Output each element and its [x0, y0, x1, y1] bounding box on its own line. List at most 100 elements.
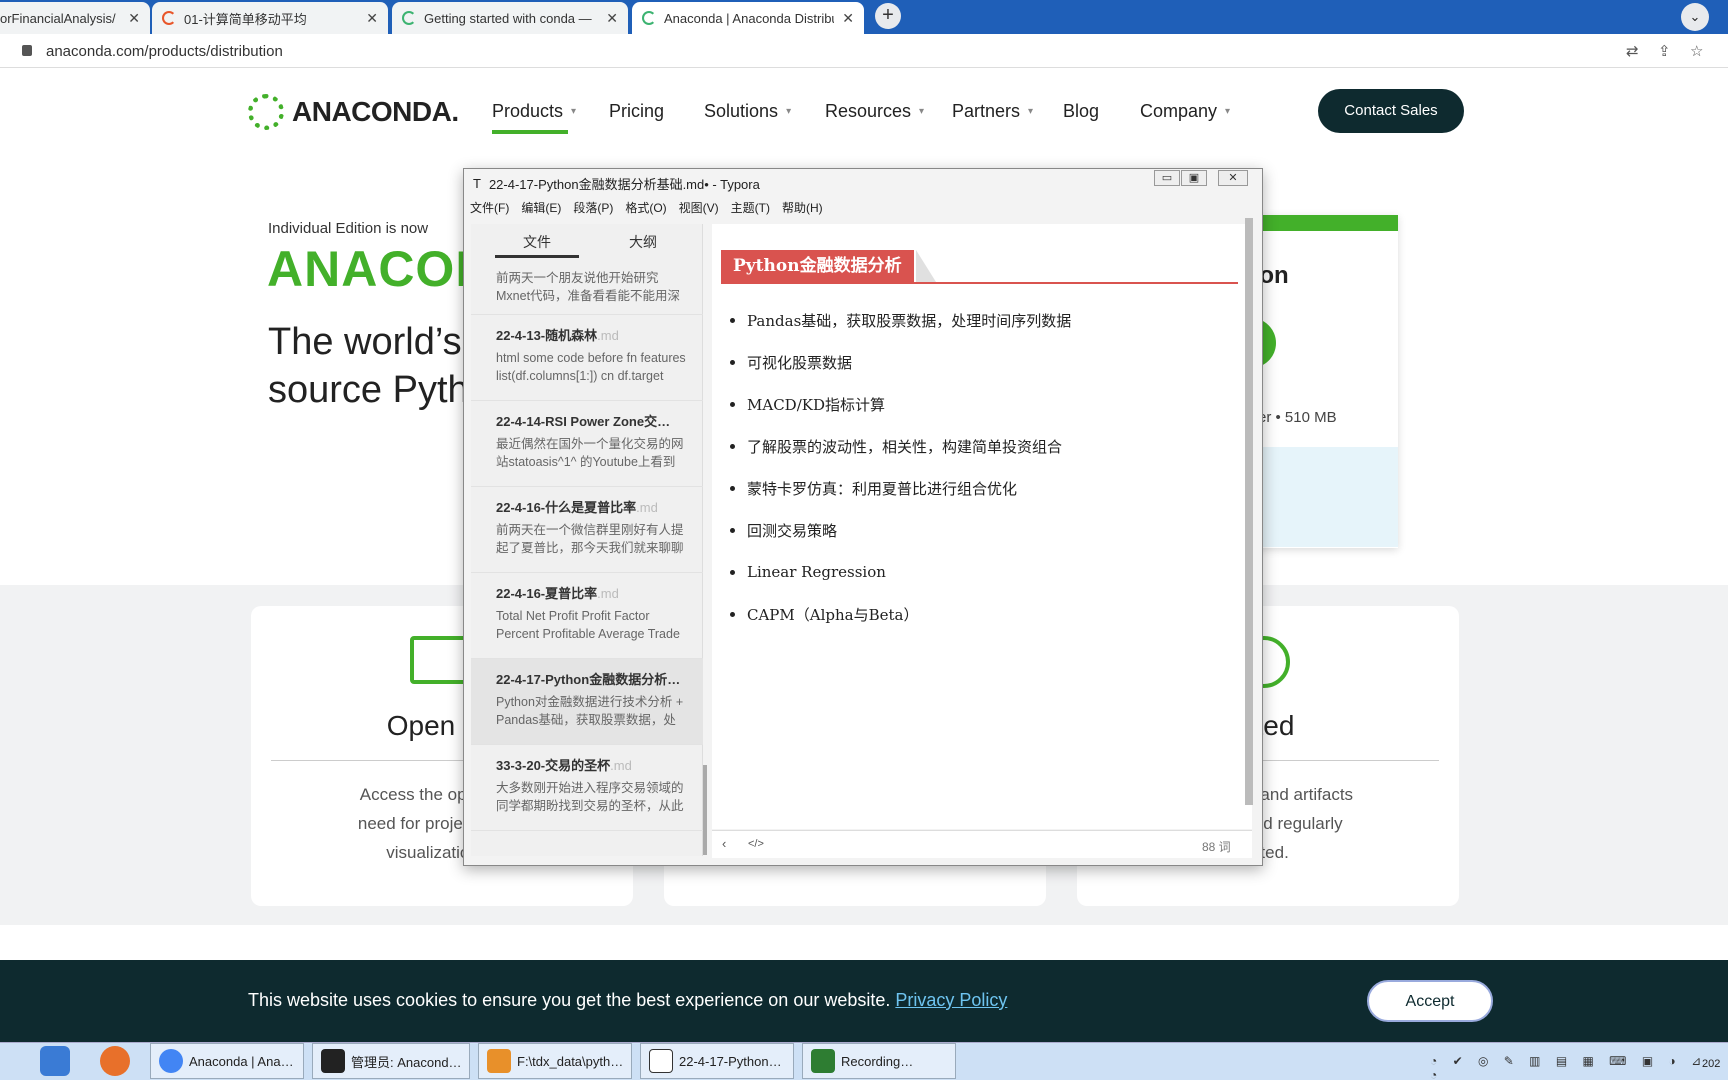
nav-solutions[interactable]: Solutions ▾: [704, 101, 791, 122]
nav-active-indicator: [492, 130, 568, 134]
file-name-text: 33-3-20-交易的圣杯: [496, 758, 611, 773]
list-item-text: CAPM（Alpha与Beta）: [747, 606, 919, 624]
file-preview: Python对金融数据进行技术分析 +: [496, 695, 684, 709]
browser-tab[interactable]: Getting started with conda — ✕: [392, 2, 628, 34]
file-ext: .md: [597, 328, 619, 343]
tab-title: Anaconda | Anaconda Distribu: [664, 10, 835, 26]
taskbar-item[interactable]: Anaconda | Ana…: [150, 1043, 304, 1079]
file-ext: .md: [610, 758, 632, 773]
window-title: 22-4-17-Python金融数据分析基础.md• - Typora: [488, 176, 760, 192]
clock[interactable]: 202: [1702, 1058, 1720, 1070]
share-icon[interactable]: ⇪: [1658, 42, 1671, 60]
file-preview: 前两天在一个微信群里刚好有人提: [496, 523, 684, 537]
file-preview: 起了夏普比，那今天我们就来聊聊: [496, 541, 684, 555]
menu-theme[interactable]: 主题(T): [731, 199, 770, 216]
sublime-icon: [487, 1049, 511, 1073]
menu-edit[interactable]: 编辑(E): [521, 199, 561, 216]
typora-titlebar[interactable]: T 22-4-17-Python金融数据分析基础.md• - Typora: [467, 172, 1259, 194]
close-icon[interactable]: ✕: [128, 10, 140, 27]
taskbar-item-active[interactable]: 22-4-17-Python…: [640, 1043, 794, 1079]
list-item-text: 可视化股票数据: [747, 354, 853, 372]
file-item[interactable]: 前两天一个朋友说他开始研究 Mxnet代码，准备看看能不能用深: [471, 262, 703, 315]
system-tray-icons[interactable]: ◔ ✔ ◎ ✎ ▥ ▤ ▦ ⌨ ▣ ◑ ⊿ ◔: [1430, 1054, 1728, 1082]
url-text[interactable]: anaconda.com/products/distribution: [46, 43, 283, 60]
sidebar-scrollbar[interactable]: [703, 765, 707, 855]
maximize-button[interactable]: ▣: [1181, 170, 1207, 186]
file-item[interactable]: 22-4-13-随机森林.md html some code before fn…: [471, 315, 703, 401]
tab-files[interactable]: 文件: [523, 232, 551, 252]
file-name: 22-4-14-RSI Power Zone交…: [496, 411, 703, 430]
file-preview: 前两天一个朋友说他开始研究: [496, 271, 659, 285]
taskbar-item[interactable]: 管理员: Anacond…: [312, 1043, 470, 1079]
hero-title: ANACON: [267, 241, 493, 297]
nav-label: Products: [492, 101, 564, 121]
sidebar-tab-indicator: [495, 255, 579, 258]
bullet-icon: [730, 612, 735, 617]
toggle-sidebar-icon[interactable]: ‹: [722, 836, 726, 851]
editor-scrollbar[interactable]: [1245, 218, 1253, 805]
heading-underline: [721, 282, 1238, 284]
file-preview: 站statoasis^1^ 的Youtube上看到: [496, 455, 676, 469]
star-icon[interactable]: ☆: [1690, 42, 1703, 60]
file-preview: 同学都期盼找到交易的圣杯，从此: [496, 799, 684, 813]
menu-view[interactable]: 视图(V): [679, 199, 719, 216]
menu-help[interactable]: 帮助(H): [782, 199, 823, 216]
bullet-icon: [730, 360, 735, 365]
tab-outline[interactable]: 大纲: [629, 232, 657, 252]
close-icon[interactable]: ✕: [366, 10, 378, 27]
privacy-policy-link[interactable]: Privacy Policy: [895, 990, 1007, 1010]
taskbar-label: 管理员: Anacond…: [351, 1054, 462, 1070]
file-preview: Total Net Profit Profit Factor: [496, 609, 650, 623]
source-mode-icon[interactable]: </>: [748, 838, 764, 850]
translate-icon[interactable]: ⇄: [1626, 42, 1639, 60]
nav-products[interactable]: Products ▾: [492, 101, 576, 122]
tab-title: Getting started with conda —: [424, 10, 592, 26]
file-item[interactable]: 33-3-20-交易的圣杯.md 大多数刚开始进入程序交易领域的 同学都期盼找到…: [471, 745, 703, 831]
chevron-down-icon: ▾: [1028, 106, 1034, 117]
close-icon[interactable]: ✕: [606, 10, 618, 27]
close-icon[interactable]: ✕: [842, 10, 854, 27]
bullet-icon: [730, 318, 735, 323]
accept-cookies-button[interactable]: Accept: [1367, 980, 1493, 1022]
app-launcher-icon[interactable]: [40, 1046, 70, 1076]
menu-format[interactable]: 格式(O): [625, 199, 666, 216]
tab-search-button[interactable]: ⌄: [1681, 3, 1709, 31]
list-item: 回测交易策略: [730, 520, 837, 541]
taskbar-item[interactable]: F:\tdx_data\pyth…: [478, 1043, 632, 1079]
minimize-button[interactable]: ▭: [1154, 170, 1180, 186]
nav-pricing[interactable]: Pricing: [609, 101, 664, 122]
nav-resources[interactable]: Resources ▾: [825, 101, 924, 122]
list-item-text: 了解股票的波动性，相关性，构建简单投资组合: [747, 438, 1063, 456]
contact-sales-button[interactable]: Contact Sales: [1318, 89, 1464, 133]
nav-partners[interactable]: Partners ▾: [952, 101, 1033, 122]
chevron-down-icon: ▾: [571, 106, 577, 117]
word-count[interactable]: 88 词: [1202, 838, 1231, 855]
nav-label: Blog: [1063, 101, 1100, 121]
nav-blog[interactable]: Blog: [1063, 101, 1099, 122]
file-item-selected[interactable]: 22-4-17-Python金融数据分析… Python对金融数据进行技术分析 …: [471, 659, 703, 745]
new-tab-button[interactable]: +: [875, 3, 901, 29]
file-item[interactable]: 22-4-16-什么是夏普比率.md 前两天在一个微信群里刚好有人提 起了夏普比…: [471, 487, 703, 573]
chevron-down-icon: ▾: [919, 106, 925, 117]
lock-icon[interactable]: [22, 45, 32, 56]
menu-file[interactable]: 文件(F): [470, 199, 509, 216]
pinned-app-icon[interactable]: [100, 1046, 130, 1076]
bullet-icon: [730, 402, 735, 407]
close-button[interactable]: ✕: [1218, 170, 1248, 186]
menu-paragraph[interactable]: 段落(P): [573, 199, 613, 216]
browser-tab-active[interactable]: Anaconda | Anaconda Distribu ✕: [632, 2, 864, 34]
anaconda-logo[interactable]: ANACONDA.: [248, 94, 459, 130]
bullet-icon: [730, 444, 735, 449]
taskbar-label: 22-4-17-Python…: [679, 1053, 782, 1069]
browser-tab[interactable]: orFinancialAnalysis/ ✕: [0, 2, 150, 34]
terminal-icon: [321, 1049, 345, 1073]
typora-menubar: 文件(F) 编辑(E) 段落(P) 格式(O) 视图(V) 主题(T) 帮助(H…: [470, 199, 823, 216]
tab-title: 01-计算简单移动平均: [184, 11, 307, 27]
file-item[interactable]: 22-4-16-夏普比率.md Total Net Profit Profit …: [471, 573, 703, 659]
taskbar-item[interactable]: Recording…: [802, 1043, 956, 1079]
document-heading: Python金融数据分析: [721, 250, 914, 282]
file-item[interactable]: 22-4-14-RSI Power Zone交… 最近偶然在国外一个量化交易的网…: [471, 401, 703, 487]
typora-icon: [649, 1049, 673, 1073]
browser-tab[interactable]: 01-计算简单移动平均 ✕: [152, 2, 388, 34]
nav-company[interactable]: Company ▾: [1140, 101, 1230, 122]
